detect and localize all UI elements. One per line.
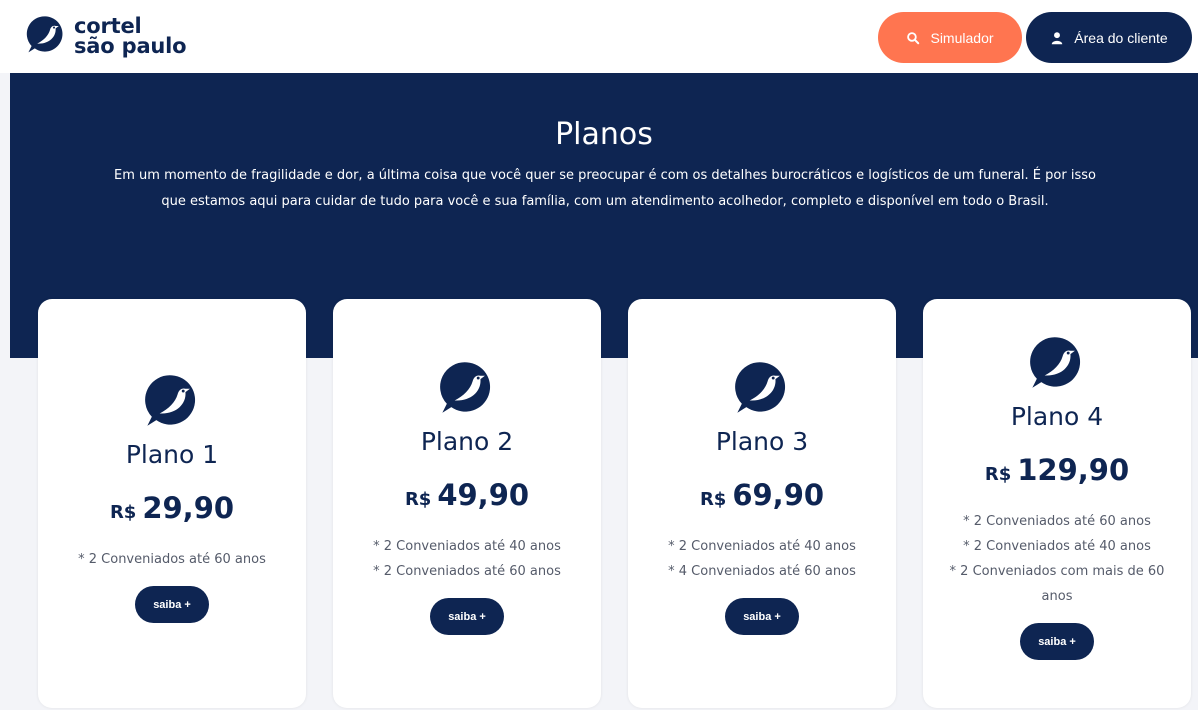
plan-feature: * 2 Conveniados até 60 anos — [963, 514, 1151, 529]
saiba-mais-button[interactable]: saiba + — [430, 598, 504, 635]
logo-line-2: são paulo — [74, 34, 187, 58]
plan-card-4: Plano 4 R$ 129,90 * 2 Conveniados até 60… — [923, 299, 1191, 708]
logo-text: cortel são paulo — [74, 14, 187, 58]
plan-feature: * 4 Conveniados até 60 anos — [668, 564, 856, 579]
client-area-button[interactable]: Área do cliente — [1026, 12, 1192, 63]
price-value: 49,90 — [437, 478, 530, 512]
plan-feature: * 2 Conveniados com mais de 60 anos — [949, 564, 1165, 604]
plan-title: Plano 4 — [1010, 402, 1104, 431]
user-icon — [1052, 31, 1063, 44]
plan-feature: * 2 Conveniados até 60 anos — [373, 564, 561, 579]
bird-icon — [26, 16, 63, 53]
plan-title: Plano 3 — [715, 427, 809, 456]
price-value: 69,90 — [732, 478, 825, 512]
plan-title: Plano 2 — [420, 427, 514, 456]
bird-icon — [1030, 337, 1081, 388]
plan-card-1: Plano 1 R$ 29,90 * 2 Conveniados até 60 … — [38, 299, 306, 708]
plan-card-3: Plano 3 R$ 69,90 * 2 Conveniados até 40 … — [628, 299, 896, 708]
hero-description: Em um momento de fragilidade e dor, a úl… — [114, 168, 1096, 209]
plan-feature: * 2 Conveniados até 40 anos — [373, 539, 561, 554]
saiba-mais-button[interactable]: saiba + — [1020, 623, 1094, 660]
logo[interactable]: cortel são paulo — [26, 8, 187, 64]
bird-icon — [145, 375, 196, 426]
plan-features: * 2 Conveniados até 60 anos * 2 Convenia… — [923, 509, 1191, 609]
price-currency: R$ — [109, 502, 137, 523]
price-value: 29,90 — [142, 491, 235, 525]
plan-price: R$ 69,90 — [628, 478, 896, 512]
plan-feature: * 2 Conveniados até 60 anos — [78, 552, 266, 567]
navbar: cortel são paulo Simulador Área do clien… — [0, 0, 1198, 73]
search-icon — [907, 31, 920, 44]
saiba-mais-button[interactable]: saiba + — [135, 586, 209, 623]
plan-price: R$ 129,90 — [923, 453, 1191, 487]
plan-card-2: Plano 2 R$ 49,90 * 2 Conveniados até 40 … — [333, 299, 601, 708]
plan-price: R$ 29,90 — [38, 491, 306, 525]
plan-title: Plano 1 — [125, 440, 219, 469]
price-value: 129,90 — [1017, 453, 1130, 487]
price-currency: R$ — [404, 489, 432, 510]
saiba-mais-button[interactable]: saiba + — [725, 598, 799, 635]
plan-price: R$ 49,90 — [333, 478, 601, 512]
bird-icon — [735, 362, 786, 413]
plan-features: * 2 Conveniados até 60 anos — [38, 547, 306, 572]
plan-feature: * 2 Conveniados até 40 anos — [668, 539, 856, 554]
logo-line-1: cortel — [74, 14, 142, 38]
client-area-label: Área do cliente — [1074, 29, 1168, 46]
price-currency: R$ — [984, 464, 1012, 485]
plan-features: * 2 Conveniados até 40 anos * 2 Convenia… — [333, 534, 601, 584]
page-title: Planos — [555, 117, 653, 152]
plan-feature: * 2 Conveniados até 40 anos — [963, 539, 1151, 554]
plan-features: * 2 Conveniados até 40 anos * 4 Convenia… — [628, 534, 896, 584]
bird-icon — [440, 362, 491, 413]
simulator-button[interactable]: Simulador — [878, 12, 1022, 63]
simulator-label: Simulador — [930, 29, 994, 46]
price-currency: R$ — [699, 489, 727, 510]
